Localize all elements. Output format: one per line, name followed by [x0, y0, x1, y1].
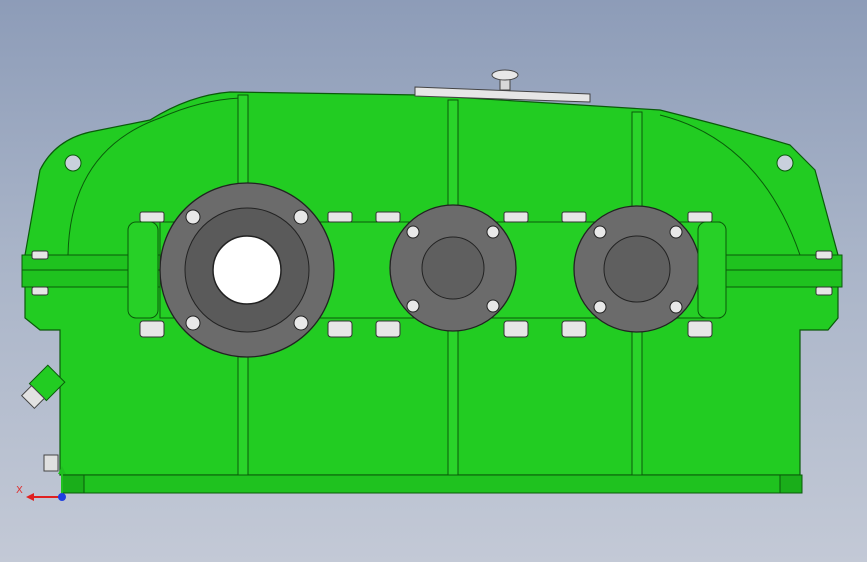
right-boss — [697, 221, 727, 319]
base-foot — [61, 474, 803, 494]
cad-viewport[interactable]: X — [0, 0, 867, 562]
axis-x-label: X — [16, 485, 23, 496]
lifting-hole-left — [64, 154, 82, 172]
foot-pad-right — [779, 474, 803, 494]
output-bearing-cap[interactable] — [573, 205, 701, 333]
oil-level-fitting-icon[interactable] — [20, 364, 66, 410]
breather-icon[interactable] — [491, 69, 519, 91]
input-shaft-bore[interactable] — [212, 235, 282, 305]
gearbox-model[interactable] — [0, 0, 867, 562]
foot-pad-left — [61, 474, 85, 494]
intermediate-bearing-cap[interactable] — [389, 204, 517, 332]
drain-plug[interactable] — [43, 454, 59, 472]
left-boss — [127, 221, 159, 319]
lifting-hole-right — [776, 154, 794, 172]
input-bearing-cap[interactable] — [159, 182, 335, 358]
